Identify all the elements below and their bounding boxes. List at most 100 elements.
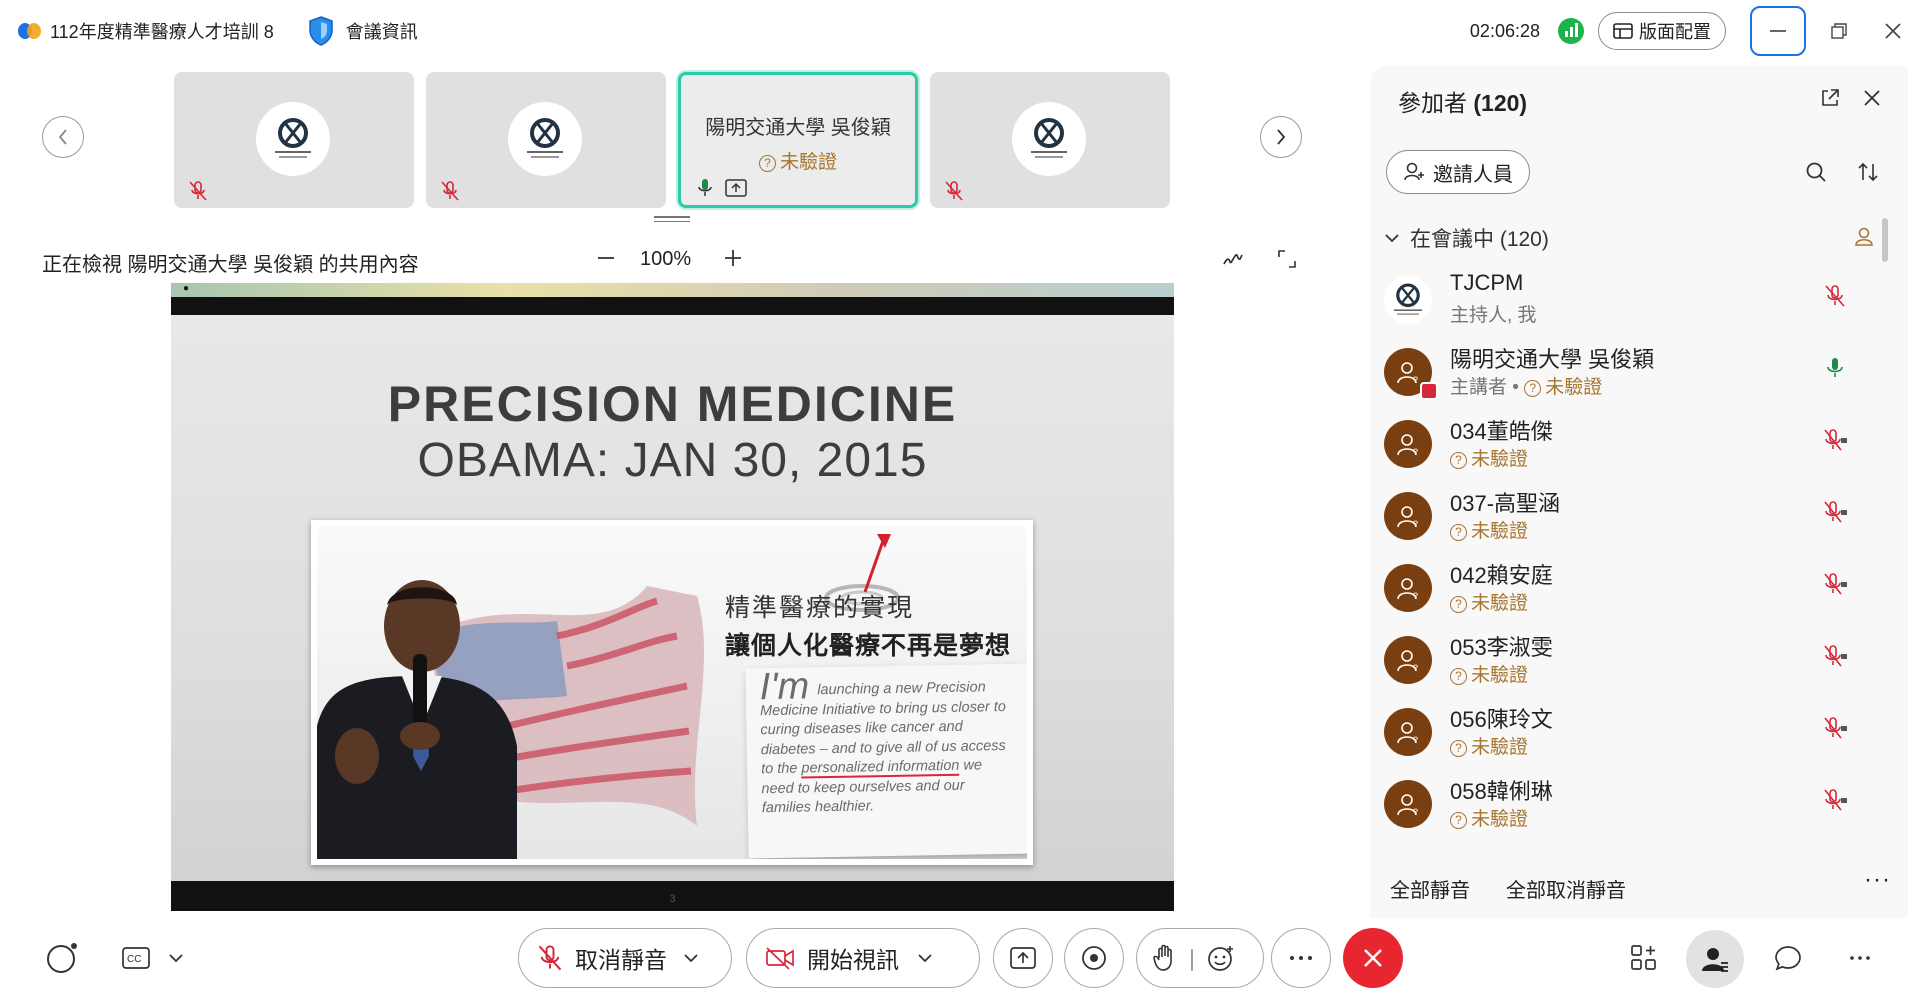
slide-headline-zh-1: 精準醫療的實現 [725,594,915,622]
slide-image-frame: 精準醫療的實現 讓個人化醫療不再是夢想 I'm launching a new … [311,520,1033,865]
panel-scrollbar[interactable] [1882,218,1888,262]
status-button[interactable] [42,938,82,978]
participant-name: 053李淑雯 [1450,635,1553,660]
meeting-info-button[interactable]: 會議資訊 [308,16,418,46]
unmute-button[interactable]: 取消靜音 [518,928,732,988]
emoji-icon[interactable] [1207,944,1235,972]
svg-text:?: ? [1413,519,1418,529]
participant-name: TJCPM [1450,270,1524,295]
participant-name: 058韓俐琳 [1450,779,1553,804]
participant-status: ? 未驗證 [1450,660,1528,687]
restore-button[interactable] [1812,6,1866,56]
add-person-icon [1404,162,1424,181]
slide-quote-card: I'm launching a new Precision Medicine I… [745,663,1027,859]
pop-out-icon [1822,89,1839,106]
search-participants-button[interactable] [1800,156,1832,188]
mic-on-icon[interactable] [1824,356,1846,380]
start-video-button[interactable]: 開始視訊 [746,928,980,988]
strip-resize-handle[interactable] [654,213,690,225]
participant-row[interactable]: ? 037-高聖涵 ? 未驗證 [1370,482,1890,554]
participant-row-presenter[interactable]: ? 陽明交通大學 吳俊穎 主講者 • ? 未驗證 [1370,338,1890,410]
more-options-button[interactable] [1271,928,1331,988]
muted-mic-icon[interactable] [1824,284,1846,308]
participant-row[interactable]: ? 056陳玲文 ? 未驗證 [1370,698,1890,770]
minimize-button[interactable] [1750,6,1806,56]
in-meeting-label: 在會議中 (120) [1410,228,1549,251]
close-icon [1864,90,1880,106]
pop-out-panel-button[interactable] [1814,82,1846,114]
mute-all-button[interactable]: 全部靜音 [1390,874,1470,903]
muted-locked-mic-icon[interactable] [1824,716,1848,740]
video-tile[interactable] [930,72,1170,208]
close-panel-button[interactable] [1856,82,1888,114]
muted-locked-mic-icon[interactable] [1824,572,1848,596]
participant-row[interactable]: ? 053李淑雯 ? 未驗證 [1370,626,1890,698]
annotate-pen-icon [1223,254,1243,265]
tjcpm-logo-icon [1012,102,1086,176]
strip-next-button[interactable] [1260,116,1302,158]
chevron-left-icon [58,129,67,145]
host-role-icon[interactable] [1854,225,1874,247]
svg-text:?: ? [1413,735,1418,745]
participant-name: 034董皓傑 [1450,419,1553,444]
video-tile[interactable] [174,72,414,208]
share-content-button[interactable] [993,928,1053,988]
video-tile[interactable] [426,72,666,208]
closed-captions-button[interactable]: CC [116,938,156,978]
slide-face: PRECISION MEDICINE OBAMA: JAN 30, 2015 精… [171,315,1174,905]
sort-participants-button[interactable] [1852,156,1884,188]
question-icon: ? [1524,380,1542,397]
network-signal-icon[interactable] [1558,18,1584,44]
minus-icon [598,257,614,259]
zoom-out-button[interactable] [590,242,622,274]
zoom-in-button[interactable] [717,242,749,274]
quote-highlight: personalized information [801,757,960,779]
fullscreen-share-button[interactable] [1272,244,1302,274]
avatar: ? [1384,420,1432,468]
meeting-info-label: 會議資訊 [345,22,418,42]
question-icon: ? [1450,452,1467,469]
more-panels-button[interactable] [1840,938,1880,978]
strip-prev-button[interactable] [42,116,84,158]
more-options-icon[interactable]: ··· [1864,866,1891,894]
chat-button[interactable] [1768,938,1808,978]
unmute-all-button[interactable]: 全部取消靜音 [1506,874,1626,903]
layout-button[interactable]: 版面配置 [1598,12,1726,50]
person-icon: ? [1397,434,1418,457]
participants-button[interactable] [1686,930,1744,988]
close-window-button[interactable] [1866,6,1920,56]
avatar: ? [1384,780,1432,828]
participant-row-host[interactable]: TJCPM 主持人, 我 [1370,266,1890,338]
chevron-down-icon[interactable] [917,953,933,963]
tjcpm-logo-icon [508,102,582,176]
muted-locked-mic-icon[interactable] [1824,500,1848,524]
participant-row[interactable]: ? 042賴安庭 ? 未驗證 [1370,554,1890,626]
person-icon: ? [1397,362,1418,385]
chevron-right-icon [1277,129,1286,145]
record-button[interactable] [1064,928,1124,988]
cc-icon: CC [122,947,150,969]
annotate-button[interactable] [1218,244,1248,274]
muted-locked-mic-icon[interactable] [1824,788,1848,812]
person-icon: ? [1397,578,1418,601]
meeting-controls: CC 取消靜音 開始視訊 | [0,918,1920,1007]
apps-button[interactable] [1624,938,1664,978]
question-icon: ? [1450,596,1467,613]
zoom-level: 100% [640,248,692,270]
video-tile-active-speaker[interactable]: 陽明交通大學 吳俊穎 ? 未驗證 [678,72,918,208]
in-meeting-section-header[interactable]: 在會議中 (120) [1384,221,1874,255]
svg-text:CC: CC [127,954,141,965]
question-icon: ? [1450,812,1467,829]
invite-people-button[interactable]: 邀請人員 [1386,150,1530,194]
participant-row[interactable]: ? 058韓俐琳 ? 未驗證 [1370,770,1890,842]
chevron-down-icon[interactable] [683,953,699,963]
slide-title: PRECISION MEDICINE [387,376,958,432]
muted-locked-mic-icon[interactable] [1824,644,1848,668]
raise-hand-icon[interactable] [1153,944,1177,972]
participant-row[interactable]: ? 034董皓傑 ? 未驗證 [1370,410,1890,482]
shield-icon [308,16,333,46]
share-screen-icon [1010,947,1036,969]
leave-meeting-button[interactable] [1343,928,1403,988]
cc-options-dropdown[interactable] [158,938,194,978]
muted-locked-mic-icon[interactable] [1824,428,1848,452]
